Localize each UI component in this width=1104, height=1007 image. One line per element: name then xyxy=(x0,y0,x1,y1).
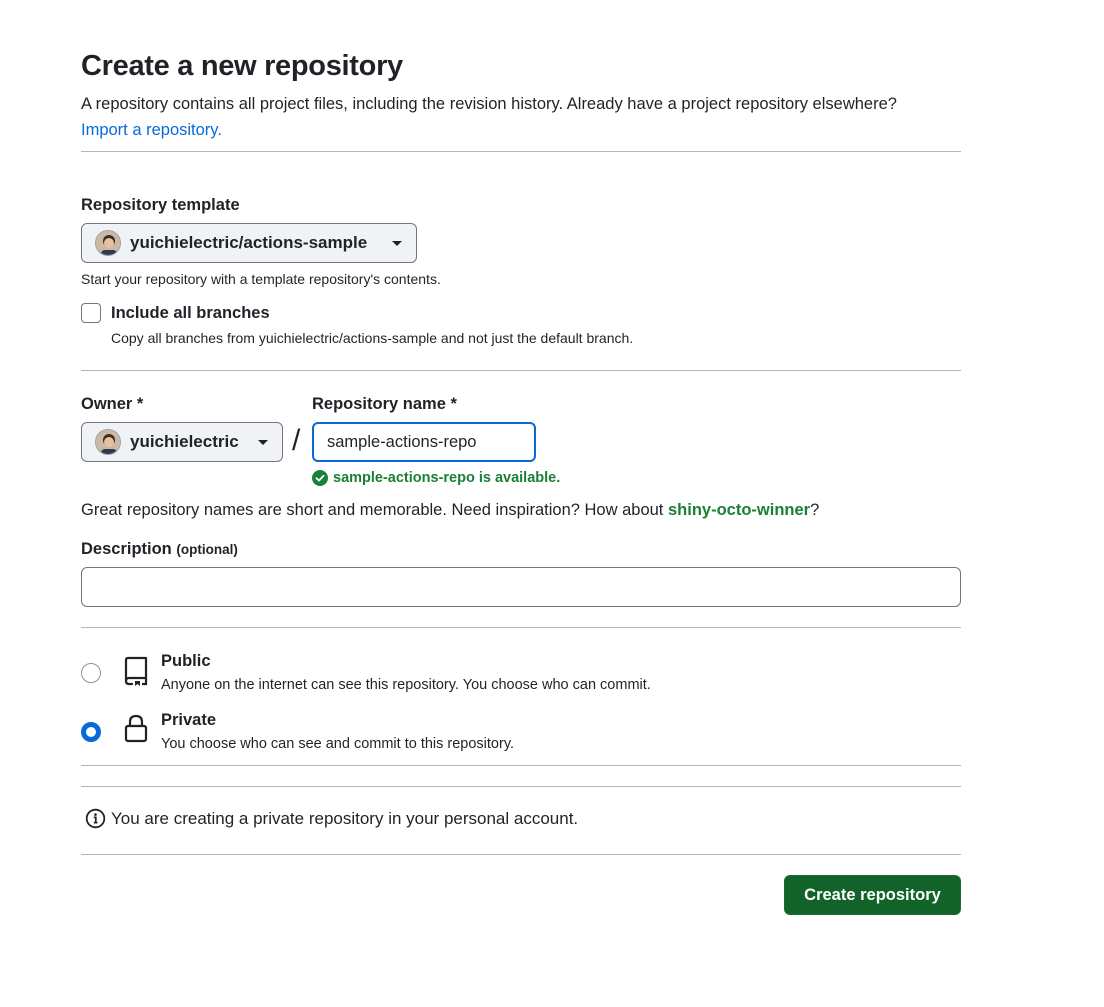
lock-icon xyxy=(124,714,148,743)
divider xyxy=(81,627,961,628)
include-all-branches-checkbox[interactable] xyxy=(81,303,101,323)
visibility-private-title: Private xyxy=(161,711,217,729)
repo-icon xyxy=(124,656,148,686)
template-select-button[interactable]: yuichielectric/actions-sample xyxy=(81,223,417,263)
divider xyxy=(81,786,961,787)
suggestion-suffix: ? xyxy=(810,501,820,519)
intro-text: A repository contains all project files,… xyxy=(81,91,941,143)
template-label: Repository template xyxy=(81,196,240,214)
avatar xyxy=(95,230,121,256)
owner-repo-separator: / xyxy=(292,424,301,457)
visibility-public-description: Anyone on the internet can see this repo… xyxy=(161,677,651,693)
info-text: You are creating a private repository in… xyxy=(111,808,579,828)
import-repository-link[interactable]: Import a repository. xyxy=(81,121,222,139)
info-message: You are creating a private repository in… xyxy=(85,808,578,829)
check-circle-icon xyxy=(312,470,328,486)
availability-message: sample-actions-repo is available. xyxy=(312,470,560,486)
divider xyxy=(81,370,961,371)
avatar xyxy=(95,429,121,455)
availability-text: sample-actions-repo is available. xyxy=(333,470,561,486)
visibility-private-description: You choose who can see and commit to thi… xyxy=(161,736,515,752)
name-suggestion: Great repository names are short and mem… xyxy=(81,501,819,520)
template-help: Start your repository with a template re… xyxy=(81,271,441,287)
chevron-down-icon xyxy=(392,240,402,246)
visibility-public-title: Public xyxy=(161,652,211,670)
create-repository-button[interactable]: Create repository xyxy=(784,875,961,915)
description-input[interactable] xyxy=(81,567,961,607)
suggested-name-link[interactable]: shiny-octo-winner xyxy=(668,501,810,519)
description-optional: (optional) xyxy=(176,542,238,557)
owner-select-value: yuichielectric xyxy=(130,432,239,451)
visibility-public-radio[interactable] xyxy=(81,663,101,683)
divider xyxy=(81,854,961,855)
info-icon xyxy=(85,808,106,829)
intro-description: A repository contains all project files,… xyxy=(81,95,897,113)
owner-label: Owner * xyxy=(81,395,144,413)
owner-select-button[interactable]: yuichielectric xyxy=(81,422,283,462)
page-title: Create a new repository xyxy=(81,50,403,82)
repository-name-input[interactable] xyxy=(312,422,536,462)
description-label: Description (optional) xyxy=(81,540,238,559)
repository-name-label: Repository name * xyxy=(312,395,457,413)
description-label-text: Description xyxy=(81,540,172,558)
chevron-down-icon xyxy=(258,439,268,445)
divider xyxy=(81,765,961,766)
template-select-value: yuichielectric/actions-sample xyxy=(130,233,368,252)
suggestion-text: Great repository names are short and mem… xyxy=(81,501,664,519)
include-all-branches-label: Include all branches xyxy=(111,304,270,322)
include-all-branches-help: Copy all branches from yuichielectric/ac… xyxy=(111,330,634,346)
divider xyxy=(81,151,961,152)
visibility-private-radio[interactable] xyxy=(81,722,101,742)
